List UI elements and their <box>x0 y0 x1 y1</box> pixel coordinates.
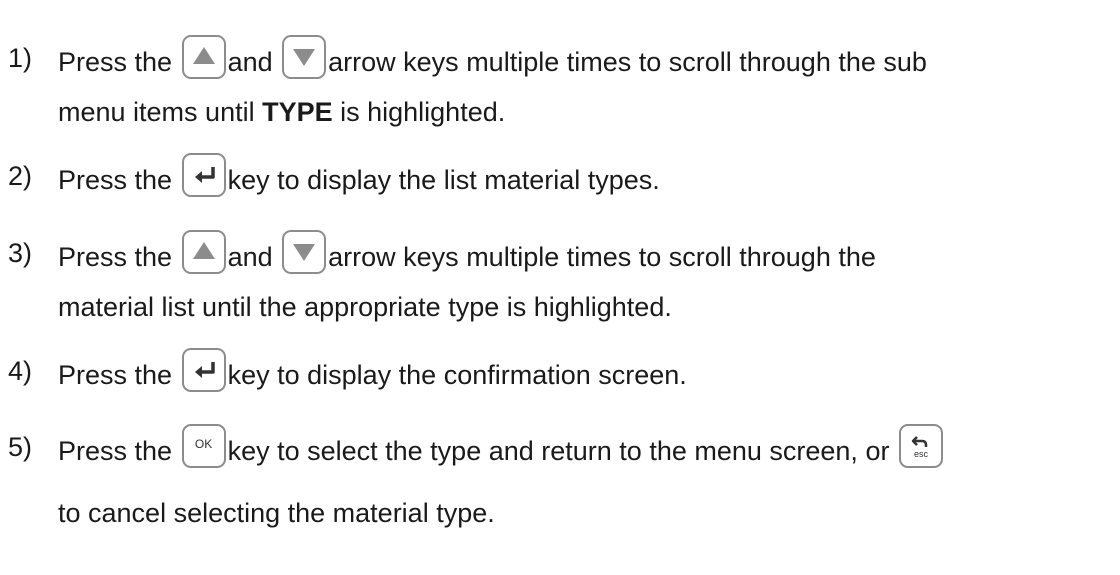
enter-key <box>181 348 226 392</box>
step-number: 3) <box>8 238 33 268</box>
enter-icon <box>194 362 215 378</box>
down-arrow-icon <box>293 244 316 261</box>
step-text: Press the key to display the list materi… <box>58 153 660 204</box>
enter-icon <box>194 167 215 183</box>
step-number: 4) <box>8 356 33 386</box>
up-arrow-key <box>181 35 226 79</box>
step-number: 1) <box>8 43 33 73</box>
enter-key <box>181 153 226 197</box>
type-label: TYPE <box>262 97 333 127</box>
ok-key-label: OK <box>194 437 213 451</box>
esc-key: esc <box>898 424 943 468</box>
step-number: 5) <box>8 432 33 462</box>
up-arrow-icon <box>192 47 215 64</box>
step-text: Press the and arrow keys multiple times … <box>58 35 927 86</box>
up-arrow-key <box>181 230 226 274</box>
esc-key-label: esc <box>913 449 928 459</box>
step-text: Press the and arrow keys multiple times … <box>58 230 876 281</box>
step-text: Press the key to display the confirmatio… <box>58 348 687 399</box>
up-arrow-icon <box>192 242 215 259</box>
ok-key: OK <box>181 424 226 468</box>
down-arrow-key <box>282 230 327 274</box>
step-text: Press the OK key to select the type and … <box>58 424 945 475</box>
down-arrow-key <box>282 35 327 79</box>
esc-back-icon <box>911 436 928 447</box>
down-arrow-icon <box>293 49 316 66</box>
step-number: 2) <box>8 161 33 191</box>
